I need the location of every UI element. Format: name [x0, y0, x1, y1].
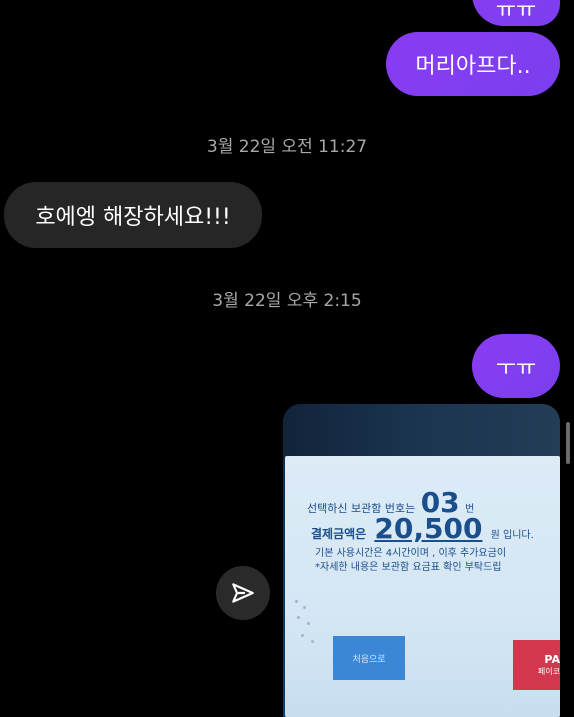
- message-text: 호에엥 해장하세요!!!: [35, 205, 231, 230]
- message-timestamp: 3월 22일 오후 2:15: [212, 291, 362, 311]
- message-timestamp: 3월 22일 오전 11:27: [206, 137, 368, 157]
- payment-amount: 20,500: [374, 512, 483, 545]
- fee-notice-text: *자세한 내용은 보관함 요금표 확인 부탁드립: [315, 562, 502, 573]
- sent-message-bubble[interactable]: ㅜㅠ: [472, 334, 560, 398]
- kiosk-home-button: 처음으로: [333, 636, 405, 680]
- kiosk-screen: 선택하신 보관함 번호는 03 번 결제금액은 20,500 원 입니다. 기본…: [285, 456, 560, 717]
- sent-message-bubble[interactable]: 머리아프다..: [386, 32, 560, 96]
- photo-message[interactable]: 선택하신 보관함 번호는 03 번 결제금액은 20,500 원 입니다. 기본…: [283, 404, 560, 717]
- payment-amount-line: 결제금액은 20,500 원 입니다.: [311, 512, 534, 545]
- message-text: ㅠㅠ: [495, 0, 537, 23]
- sent-message-bubble[interactable]: ㅠㅠ: [472, 0, 560, 26]
- payco-badge: PA 페이코: [513, 640, 560, 690]
- message-text: 머리아프다..: [415, 54, 531, 79]
- received-message-bubble[interactable]: 호에엥 해장하세요!!!: [4, 182, 262, 248]
- photo-background: [283, 404, 560, 459]
- share-button[interactable]: [216, 566, 270, 620]
- scrollbar[interactable]: [566, 422, 570, 464]
- usage-info-text: 기본 사용시간은 4시간이며 , 이후 추가요금이: [315, 548, 507, 559]
- paper-plane-icon: [232, 583, 254, 603]
- message-text: ㅜㅠ: [495, 356, 537, 381]
- decorative-dots: [293, 596, 323, 656]
